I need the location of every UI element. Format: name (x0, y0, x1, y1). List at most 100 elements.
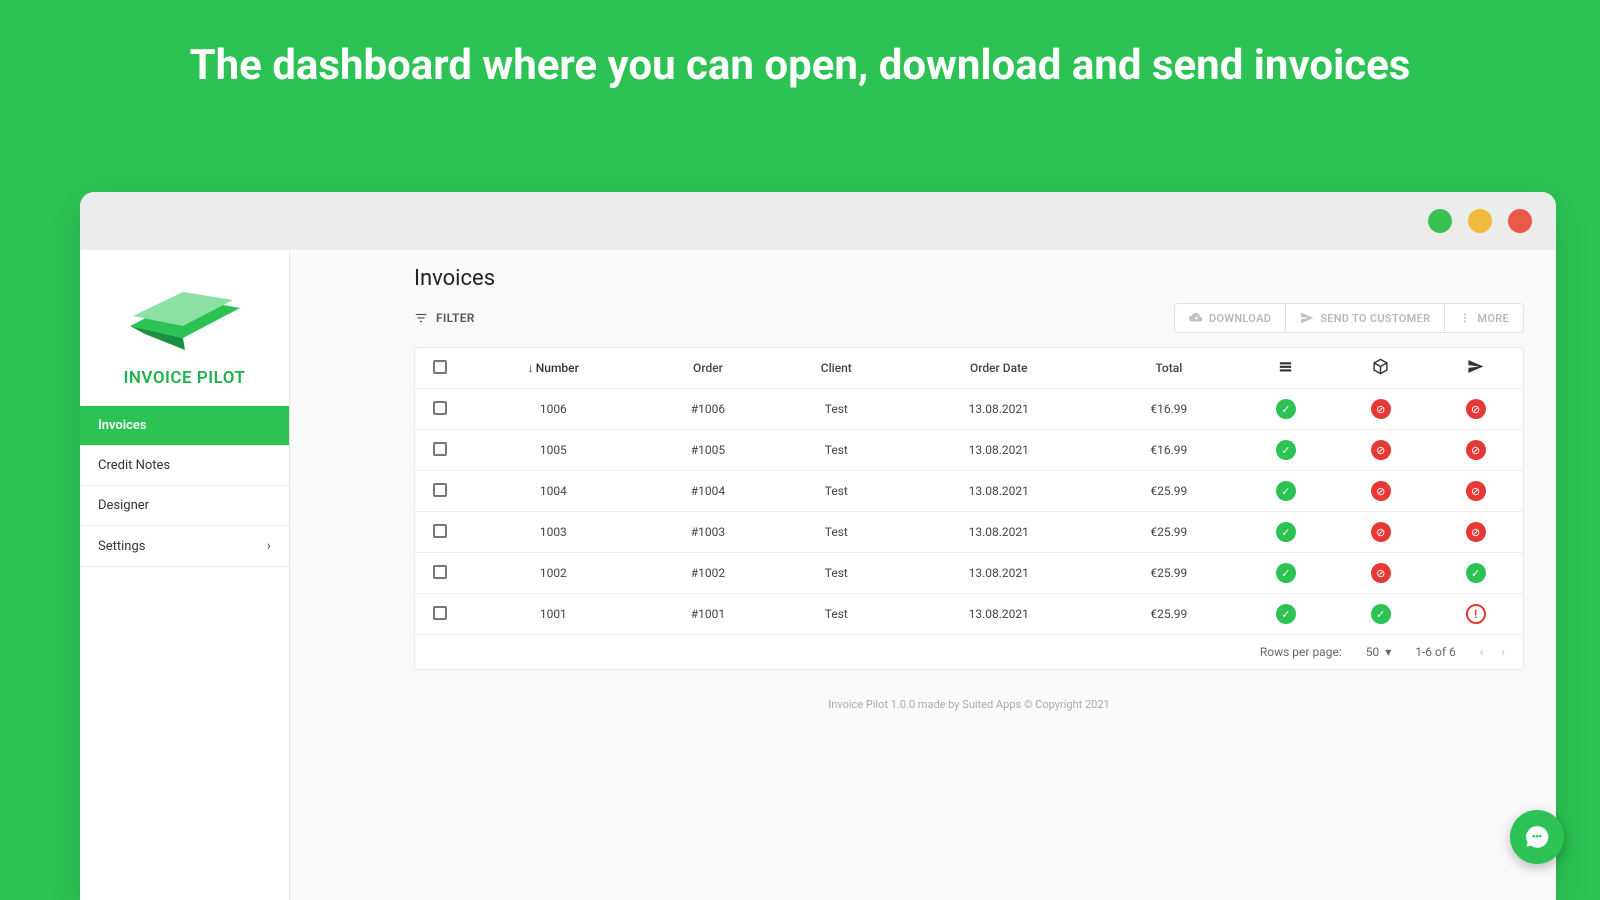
cell-sent: ⊘ (1428, 430, 1523, 471)
cell-sent: ! (1428, 594, 1523, 635)
prev-page-button[interactable]: ‹ (1480, 645, 1484, 659)
row-checkbox[interactable] (433, 442, 447, 456)
more-button[interactable]: MORE (1445, 303, 1524, 333)
page-range: 1-6 of 6 (1415, 645, 1456, 659)
download-button[interactable]: DOWNLOAD (1174, 303, 1286, 333)
cell-date: 13.08.2021 (898, 512, 1099, 553)
sidebar-item-label: Designer (98, 498, 149, 513)
cell-paid: ✓ (1239, 471, 1334, 512)
logo-icon (120, 278, 250, 358)
col-order[interactable]: Order (642, 348, 775, 389)
cell-fulfilled: ⊘ (1333, 430, 1428, 471)
col-sent-icon (1428, 348, 1523, 389)
chat-icon (1524, 824, 1550, 850)
download-icon (1189, 311, 1203, 325)
send-button[interactable]: SEND TO CUSTOMER (1286, 303, 1445, 333)
row-checkbox[interactable] (433, 483, 447, 497)
cell-date: 13.08.2021 (898, 430, 1099, 471)
cell-total: €16.99 (1099, 430, 1238, 471)
table-row[interactable]: 1001#1001Test13.08.2021€25.99✓✓! (415, 594, 1523, 635)
cell-number: 1002 (465, 553, 642, 594)
cell-date: 13.08.2021 (898, 594, 1099, 635)
sidebar-item-settings[interactable]: Settings› (80, 526, 289, 567)
more-icon (1459, 312, 1471, 324)
filter-icon (414, 311, 428, 325)
row-checkbox[interactable] (433, 401, 447, 415)
status-ok-icon: ✓ (1466, 563, 1486, 583)
status-ok-icon: ✓ (1276, 399, 1296, 419)
col-client[interactable]: Client (774, 348, 898, 389)
table-header-row: ↓Number Order Client Order Date Total (415, 348, 1523, 389)
status-ok-icon: ✓ (1276, 604, 1296, 624)
table-row[interactable]: 1006#1006Test13.08.2021€16.99✓⊘⊘ (415, 389, 1523, 430)
sidebar-item-designer[interactable]: Designer (80, 486, 289, 526)
rows-per-page-select[interactable]: 50 ▾ (1366, 645, 1392, 659)
cell-paid: ✓ (1239, 430, 1334, 471)
col-total[interactable]: Total (1099, 348, 1238, 389)
select-all-checkbox[interactable] (433, 360, 447, 374)
send-label: SEND TO CUSTOMER (1320, 312, 1430, 325)
status-no-icon: ⊘ (1371, 522, 1391, 542)
table-row[interactable]: 1004#1004Test13.08.2021€25.99✓⊘⊘ (415, 471, 1523, 512)
cell-order: #1005 (642, 430, 775, 471)
sidebar-item-invoices[interactable]: Invoices (80, 406, 289, 446)
cell-total: €25.99 (1099, 512, 1238, 553)
status-no-icon: ⊘ (1466, 399, 1486, 419)
cell-number: 1001 (465, 594, 642, 635)
rows-per-page-label: Rows per page: (1260, 645, 1342, 659)
cell-paid: ✓ (1239, 512, 1334, 553)
download-label: DOWNLOAD (1209, 312, 1271, 325)
send-icon (1300, 311, 1314, 325)
logo: INVOICE PILOT (80, 250, 289, 406)
row-checkbox[interactable] (433, 524, 447, 538)
cell-number: 1006 (465, 389, 642, 430)
page-title: Invoices (414, 266, 1524, 291)
cell-client: Test (774, 553, 898, 594)
status-ok-icon: ✓ (1276, 440, 1296, 460)
action-group: DOWNLOAD SEND TO CUSTOMER MORE (1174, 303, 1524, 333)
cell-number: 1005 (465, 430, 642, 471)
table-row[interactable]: 1002#1002Test13.08.2021€25.99✓⊘✓ (415, 553, 1523, 594)
col-number[interactable]: ↓Number (465, 348, 642, 389)
col-paid-icon (1239, 348, 1334, 389)
status-no-icon: ⊘ (1371, 481, 1391, 501)
cell-total: €16.99 (1099, 389, 1238, 430)
cell-number: 1003 (465, 512, 642, 553)
cell-order: #1004 (642, 471, 775, 512)
status-ok-icon: ✓ (1276, 522, 1296, 542)
cell-sent: ✓ (1428, 553, 1523, 594)
filter-button[interactable]: FILTER (414, 311, 475, 325)
cell-sent: ⊘ (1428, 471, 1523, 512)
cell-total: €25.99 (1099, 594, 1238, 635)
cell-date: 13.08.2021 (898, 471, 1099, 512)
table-row[interactable]: 1005#1005Test13.08.2021€16.99 ✓ ⊘⊘ (415, 430, 1523, 471)
cell-paid: ✓ (1239, 594, 1334, 635)
cell-client: Test (774, 430, 898, 471)
row-checkbox[interactable] (433, 565, 447, 579)
status-ok-icon: ✓ (1276, 481, 1296, 501)
chat-fab[interactable] (1510, 810, 1564, 864)
cell-fulfilled: ⊘ (1333, 389, 1428, 430)
cell-order: #1006 (642, 389, 775, 430)
cell-number: 1004 (465, 471, 642, 512)
table-row[interactable]: 1003#1003Test13.08.2021€25.99✓⊘⊘ (415, 512, 1523, 553)
cell-paid: ✓ (1239, 553, 1334, 594)
sidebar-item-label: Settings (98, 539, 145, 554)
row-checkbox[interactable] (433, 606, 447, 620)
dropdown-icon: ▾ (1385, 645, 1391, 659)
col-fulfilled-icon (1333, 348, 1428, 389)
status-ok-icon: ✓ (1371, 604, 1391, 624)
next-page-button[interactable]: › (1501, 645, 1505, 659)
more-label: MORE (1477, 312, 1509, 325)
sidebar-item-label: Credit Notes (98, 458, 170, 473)
status-no-icon: ⊘ (1466, 481, 1486, 501)
invoice-table: ↓Number Order Client Order Date Total 10… (414, 347, 1524, 670)
cell-fulfilled: ✓ (1333, 594, 1428, 635)
sidebar-item-credit-notes[interactable]: Credit Notes (80, 446, 289, 486)
col-order-date[interactable]: Order Date (898, 348, 1099, 389)
filter-label: FILTER (436, 311, 475, 325)
main-content: Invoices FILTER DOWNLOAD SEND TO CUSTOME… (290, 250, 1556, 900)
cell-date: 13.08.2021 (898, 389, 1099, 430)
cell-sent: ⊘ (1428, 389, 1523, 430)
status-no-icon: ⊘ (1466, 522, 1486, 542)
